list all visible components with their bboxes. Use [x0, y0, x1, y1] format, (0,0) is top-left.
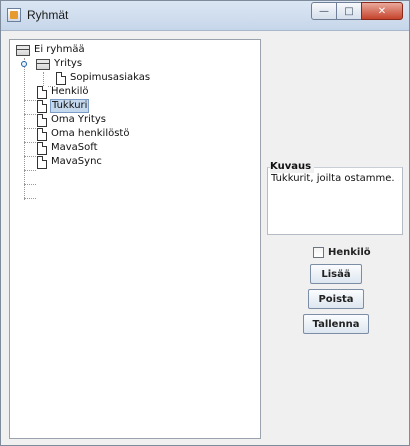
maximize-button[interactable]: □ — [336, 2, 362, 20]
tree-node-label: MavaSoft — [51, 142, 98, 153]
description-text: Tukkurit, joilta ostamme. — [271, 173, 395, 184]
minimize-icon: — — [319, 5, 329, 17]
tree-node-item[interactable]: Oma Yritys — [37, 113, 107, 127]
window-controls: — □ ✕ — [311, 2, 403, 22]
folder-icon — [36, 58, 50, 70]
tree-connector-line — [24, 156, 36, 157]
tree-node-label: MavaSync — [51, 156, 102, 167]
tree-node-item[interactable]: MavaSync — [37, 155, 103, 169]
group-tree[interactable]: Ei ryhmää Yritys Sopimusasiakas Henkilö … — [9, 39, 261, 439]
tree-node-item[interactable]: Oma henkilöstö — [37, 127, 130, 141]
tree-connector-line — [24, 58, 25, 200]
document-icon — [37, 85, 47, 99]
tree-connector-line — [43, 72, 44, 86]
tree-node-item[interactable]: MavaSoft — [37, 141, 99, 155]
tree-node-label: Yritys — [54, 58, 83, 69]
document-icon — [37, 99, 47, 113]
tree-node-label: Oma Yritys — [51, 114, 106, 125]
close-button[interactable]: ✕ — [361, 2, 403, 20]
tree-connector-line — [24, 128, 36, 129]
checkbox-box[interactable] — [313, 247, 324, 258]
tree-node-group-child[interactable]: Sopimusasiakas — [56, 71, 151, 85]
window-title: Ryhmät — [27, 8, 69, 22]
tree-connector-line — [24, 100, 36, 101]
tree-root-label: Ei ryhmää — [34, 44, 85, 55]
java-cup-icon — [7, 8, 21, 22]
document-icon — [37, 155, 47, 169]
tree-connector-line — [24, 198, 36, 199]
document-icon — [37, 141, 47, 155]
tree-node-label: Henkilö — [51, 86, 89, 97]
tree-node-label: Tukkuri — [50, 99, 90, 113]
title-bar[interactable]: Ryhmät — □ ✕ — [1, 1, 409, 31]
maximize-icon: □ — [344, 5, 354, 17]
expand-toggle-icon[interactable] — [21, 61, 27, 67]
tree-node-label: Sopimusasiakas — [70, 72, 151, 83]
minimize-button[interactable]: — — [311, 2, 337, 20]
tree-node-label: Oma henkilöstö — [51, 128, 130, 139]
tree-node-item[interactable]: Henkilö — [37, 85, 89, 99]
close-icon: ✕ — [377, 5, 387, 17]
tree-connector-line — [24, 142, 36, 143]
tree-connector-line — [24, 170, 36, 171]
document-icon — [37, 127, 47, 141]
checkbox-label: Henkilö — [328, 247, 371, 258]
tree-connector-line — [24, 184, 36, 185]
description-legend: Kuvaus — [270, 161, 315, 173]
person-checkbox[interactable]: Henkilö — [313, 247, 371, 258]
tree-root-node[interactable]: Ei ryhmää — [16, 43, 86, 57]
remove-button[interactable]: Poista — [308, 289, 364, 309]
tree-connector-line — [24, 114, 36, 115]
document-icon — [56, 71, 66, 85]
tree-node-item-selected[interactable]: Tukkuri — [37, 99, 90, 113]
tree-node-group[interactable]: Yritys — [36, 57, 83, 71]
save-button[interactable]: Tallenna — [303, 314, 369, 334]
document-icon — [37, 113, 47, 127]
description-group: Kuvaus Tukkurit, joilta ostamme. — [267, 161, 403, 235]
groups-window: Ryhmät — □ ✕ Ei ryhmää Yritys Sopimusasi… — [0, 0, 410, 446]
add-button[interactable]: Lisää — [310, 264, 362, 284]
folder-icon — [16, 44, 30, 56]
